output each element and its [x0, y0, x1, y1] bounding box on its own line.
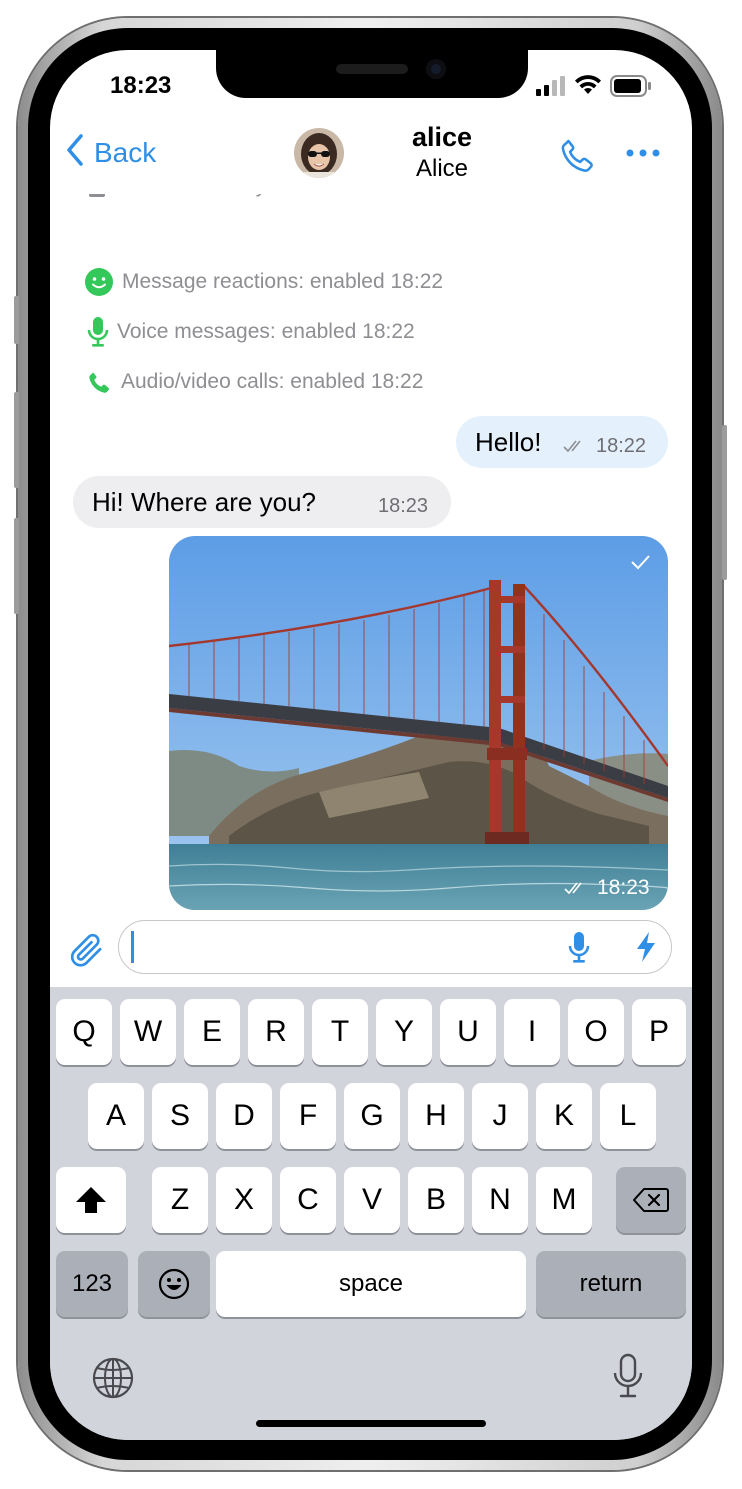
system-message-text: Audio/video calls: enabled 18:22: [121, 370, 424, 393]
smiley-icon: [84, 267, 114, 297]
double-check-icon: [562, 438, 588, 459]
message-time: 18:23: [597, 876, 650, 899]
key-y[interactable]: Y: [376, 999, 432, 1065]
key-u[interactable]: U: [440, 999, 496, 1065]
key-i[interactable]: I: [504, 999, 560, 1065]
key-z[interactable]: Z: [152, 1167, 208, 1233]
return-key[interactable]: return: [536, 1251, 686, 1317]
key-t[interactable]: T: [312, 999, 368, 1065]
system-message-text: Message reactions: enabled 18:22: [122, 270, 444, 293]
header-overlap: [50, 180, 692, 194]
status-time: 18:23: [110, 72, 172, 99]
golden-gate-bridge-photo: [169, 536, 668, 910]
sent-message-bubble[interactable]: Hello! 18:22: [456, 416, 668, 468]
globe-button[interactable]: [92, 1357, 134, 1404]
microphone-icon: [613, 1353, 643, 1398]
double-check-icon: [563, 880, 589, 901]
contact-title[interactable]: alice Alice: [352, 120, 532, 184]
system-message: Audio/video calls: enabled 18:22: [86, 369, 423, 395]
live-message-button[interactable]: [635, 931, 657, 968]
screen: 18:23 Back alice Alice Message reactions…: [50, 50, 692, 1440]
system-message-text: Voice messages: enabled 18:22: [117, 320, 415, 343]
back-label: Back: [94, 136, 157, 168]
wifi-icon: [574, 74, 602, 101]
received-message-bubble[interactable]: Hi! Where are you? 18:23: [73, 476, 451, 528]
front-camera: [426, 59, 446, 79]
phone-icon: [86, 369, 112, 395]
microphone-icon: [568, 932, 590, 963]
backspace-icon: [633, 1188, 669, 1212]
call-button[interactable]: [558, 136, 596, 179]
key-p[interactable]: P: [632, 999, 686, 1065]
back-button[interactable]: Back: [66, 134, 156, 171]
key-f[interactable]: F: [280, 1083, 336, 1149]
ellipsis-icon: [626, 149, 660, 157]
cellular-signal-icon: [536, 76, 568, 101]
key-v[interactable]: V: [344, 1167, 400, 1233]
chat-area[interactable]: Delete for everyone: off 18:22 Message r…: [50, 180, 692, 918]
microphone-icon: [86, 316, 110, 348]
delete-key[interactable]: [616, 1167, 686, 1233]
shift-key[interactable]: [56, 1167, 126, 1233]
message-input-container[interactable]: [118, 920, 672, 974]
space-key[interactable]: space: [216, 1251, 526, 1317]
system-message: Message reactions: enabled 18:22: [84, 267, 443, 297]
message-time: 18:22: [596, 435, 647, 457]
key-o[interactable]: O: [568, 999, 624, 1065]
key-w[interactable]: W: [120, 999, 176, 1065]
phone-icon: [561, 139, 593, 172]
key-h[interactable]: H: [408, 1083, 464, 1149]
keyboard: Q W E R T Y U I O P A S D F G H J K L Z …: [50, 987, 692, 1440]
text-cursor: [131, 931, 134, 963]
key-k[interactable]: K: [536, 1083, 592, 1149]
key-g[interactable]: G: [344, 1083, 400, 1149]
emoji-face-icon: [158, 1268, 190, 1300]
message-time: 18:23: [378, 495, 429, 517]
earpiece-speaker: [336, 64, 408, 74]
contact-avatar[interactable]: [294, 128, 344, 178]
message-input[interactable]: [131, 927, 551, 965]
globe-icon: [92, 1357, 134, 1399]
power-button: [722, 425, 727, 580]
key-m[interactable]: M: [536, 1167, 592, 1233]
lightning-bolt-icon: [637, 932, 655, 962]
key-n[interactable]: N: [472, 1167, 528, 1233]
message-text: Hello!: [475, 427, 542, 457]
mute-switch: [14, 296, 19, 344]
contact-name: alice: [411, 122, 473, 152]
chevron-left-icon: [66, 134, 84, 171]
voice-message-button[interactable]: [567, 931, 591, 970]
notch: [216, 50, 528, 98]
key-a[interactable]: A: [88, 1083, 144, 1149]
key-l[interactable]: L: [600, 1083, 656, 1149]
volume-up-button: [14, 392, 19, 488]
volume-down-button: [14, 518, 19, 614]
key-j[interactable]: J: [472, 1083, 528, 1149]
system-message: Voice messages: enabled 18:22: [86, 316, 415, 348]
key-c[interactable]: C: [280, 1167, 336, 1233]
key-d[interactable]: D: [216, 1083, 272, 1149]
key-q[interactable]: Q: [56, 999, 112, 1065]
sent-image-message[interactable]: 18:23: [169, 536, 668, 910]
home-indicator[interactable]: [256, 1420, 486, 1427]
key-e[interactable]: E: [184, 999, 240, 1065]
more-button[interactable]: [624, 146, 662, 165]
key-x[interactable]: X: [216, 1167, 272, 1233]
emoji-key[interactable]: [138, 1251, 210, 1317]
battery-icon: [610, 75, 652, 102]
message-text: Hi! Where are you?: [92, 487, 316, 517]
key-r[interactable]: R: [248, 999, 304, 1065]
dictation-button[interactable]: [612, 1353, 644, 1404]
attach-button[interactable]: [66, 930, 106, 975]
key-s[interactable]: S: [152, 1083, 208, 1149]
shift-arrow-icon: [76, 1187, 106, 1213]
key-b[interactable]: B: [408, 1167, 464, 1233]
paperclip-icon: [70, 933, 102, 967]
numbers-key[interactable]: 123: [56, 1251, 128, 1317]
